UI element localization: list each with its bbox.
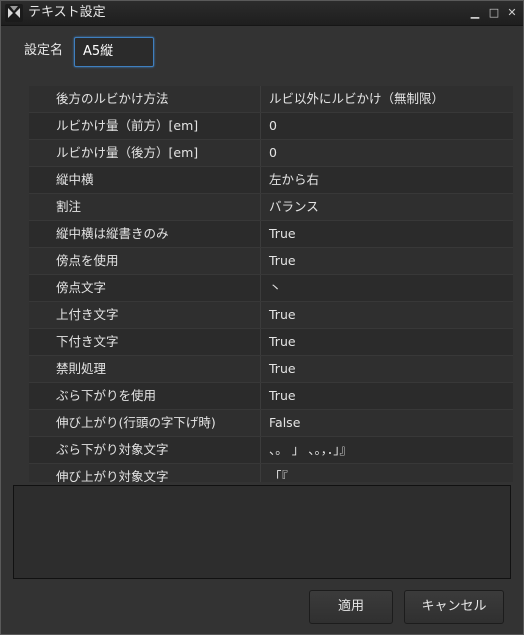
property-key: ぶら下がりを使用: [29, 383, 261, 409]
property-key: 下付き文字: [29, 329, 261, 355]
property-row[interactable]: 伸び上がり(行頭の字下げ時) False: [29, 410, 513, 437]
property-value[interactable]: 左から右: [261, 167, 513, 193]
property-row[interactable]: ぶら下がりを使用 True: [29, 383, 513, 410]
text-settings-window: テキスト設定 ▁ □ ✕ 設定名 A5縦 後方のルビかけ方法 ルビ以外にルビかけ…: [0, 0, 524, 635]
property-key: 縦中横: [29, 167, 261, 193]
property-key: ルビかけ量（後方）[em]: [29, 140, 261, 166]
setting-name-label: 設定名: [24, 43, 64, 58]
property-grid[interactable]: 後方のルビかけ方法 ルビ以外にルビかけ（無制限） ルビかけ量（前方）[em] 0…: [29, 86, 513, 482]
property-row[interactable]: 傍点を使用 True: [29, 248, 513, 275]
setting-name-input[interactable]: A5縦: [74, 37, 154, 67]
property-row[interactable]: 禁則処理 True: [29, 356, 513, 383]
property-value[interactable]: False: [261, 410, 513, 436]
property-key: ルビかけ量（前方）[em]: [29, 113, 261, 139]
property-value[interactable]: 0: [261, 113, 513, 139]
property-row[interactable]: 縦中横 左から右: [29, 167, 513, 194]
property-row[interactable]: 下付き文字 True: [29, 329, 513, 356]
property-value[interactable]: バランス: [261, 194, 513, 220]
property-key: 上付き文字: [29, 302, 261, 328]
property-value[interactable]: True: [261, 329, 513, 355]
property-row[interactable]: ルビかけ量（後方）[em] 0: [29, 140, 513, 167]
property-value[interactable]: True: [261, 383, 513, 409]
property-value[interactable]: 丶: [261, 275, 513, 301]
property-value[interactable]: True: [261, 302, 513, 328]
property-key: 伸び上がり(行頭の字下げ時): [29, 410, 261, 436]
property-key: 傍点を使用: [29, 248, 261, 274]
property-row[interactable]: 後方のルビかけ方法 ルビ以外にルビかけ（無制限）: [29, 86, 513, 113]
property-key: 割注: [29, 194, 261, 220]
app-logo-icon: [5, 4, 23, 22]
window-title: テキスト設定: [28, 5, 106, 20]
apply-button[interactable]: 適用: [309, 590, 393, 624]
close-icon[interactable]: ✕: [504, 5, 520, 21]
minimize-icon[interactable]: ▁: [467, 5, 483, 21]
property-row[interactable]: 割注 バランス: [29, 194, 513, 221]
property-row[interactable]: 縦中横は縦書きのみ True: [29, 221, 513, 248]
property-value[interactable]: 0: [261, 140, 513, 166]
property-value[interactable]: True: [261, 356, 513, 382]
property-row[interactable]: 傍点文字 丶: [29, 275, 513, 302]
property-value[interactable]: ルビ以外にルビかけ（無制限）: [261, 86, 513, 112]
property-value[interactable]: True: [261, 221, 513, 247]
property-key: 後方のルビかけ方法: [29, 86, 261, 112]
property-key: 伸び上がり対象文字: [29, 464, 261, 482]
dialog-content: 設定名 A5縦 後方のルビかけ方法 ルビ以外にルビかけ（無制限） ルビかけ量（前…: [1, 26, 523, 634]
property-row[interactable]: 伸び上がり対象文字 「『: [29, 464, 513, 482]
property-row[interactable]: ルビかけ量（前方）[em] 0: [29, 113, 513, 140]
property-value[interactable]: 、。 」 、。，．」』: [261, 437, 513, 463]
property-description-box: [13, 485, 511, 579]
property-value[interactable]: 「『: [261, 464, 513, 482]
cancel-button[interactable]: キャンセル: [404, 590, 504, 624]
property-key: 縦中横は縦書きのみ: [29, 221, 261, 247]
property-key: 傍点文字: [29, 275, 261, 301]
property-row[interactable]: 上付き文字 True: [29, 302, 513, 329]
title-bar[interactable]: テキスト設定 ▁ □ ✕: [1, 1, 523, 26]
property-row[interactable]: ぶら下がり対象文字 、。 」 、。，．」』: [29, 437, 513, 464]
property-key: 禁則処理: [29, 356, 261, 382]
maximize-icon[interactable]: □: [486, 5, 502, 21]
property-value[interactable]: True: [261, 248, 513, 274]
property-key: ぶら下がり対象文字: [29, 437, 261, 463]
